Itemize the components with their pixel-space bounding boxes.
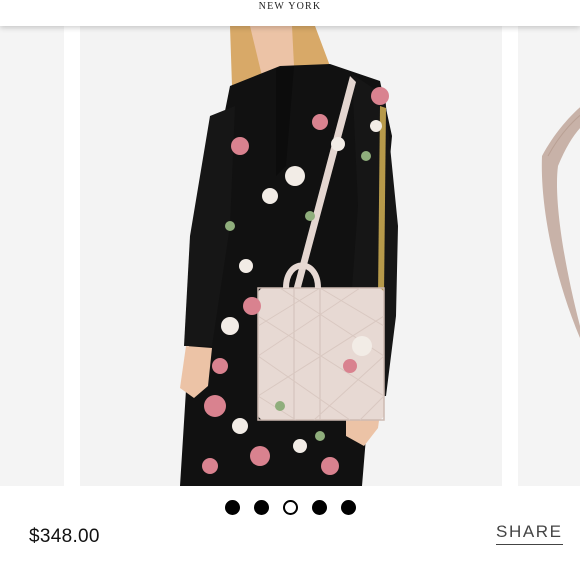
- model-wearing-dress-with-bag-image: [80, 26, 502, 486]
- carousel-dot-5[interactable]: [340, 500, 356, 515]
- top-header: NEW YORK: [0, 0, 580, 26]
- product-price: $348.00: [29, 526, 100, 547]
- product-photo[interactable]: [80, 26, 502, 486]
- next-slide-peek[interactable]: [518, 26, 580, 486]
- carousel-pagination: [0, 500, 580, 518]
- previous-slide-peek[interactable]: [0, 26, 64, 486]
- share-button[interactable]: SHARE: [496, 522, 563, 545]
- carousel-dot-2[interactable]: [253, 500, 269, 515]
- product-image-carousel[interactable]: [0, 26, 580, 486]
- bag-strap-detail-image: [518, 26, 580, 486]
- carousel-dot-1[interactable]: [224, 500, 240, 515]
- carousel-dot-4[interactable]: [311, 500, 327, 515]
- carousel-dot-3-active[interactable]: [282, 500, 298, 515]
- brand-logo-text: NEW YORK: [258, 1, 322, 12]
